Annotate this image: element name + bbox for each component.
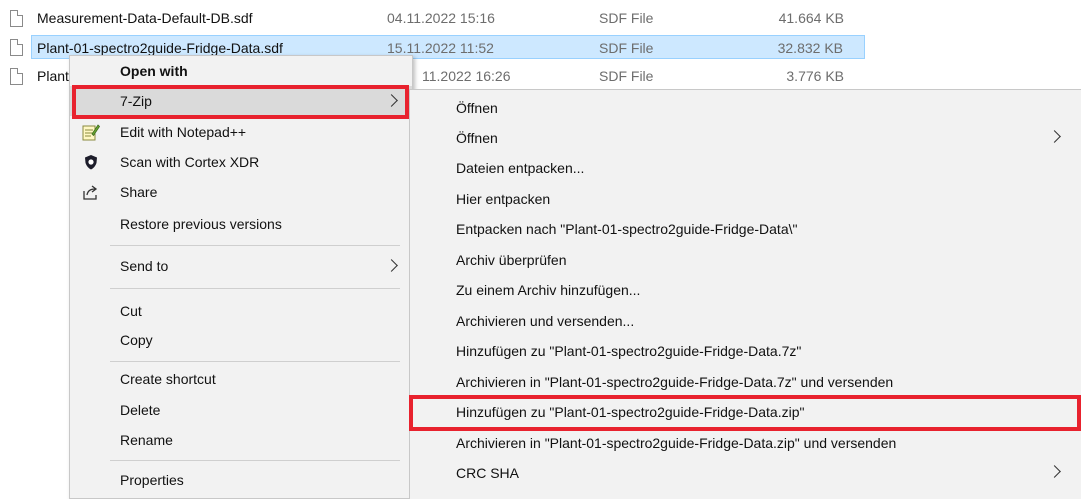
menu-item-delete[interactable]: Delete	[70, 395, 412, 425]
submenu-item-label: Hinzufügen zu "Plant-01-spectro2guide-Fr…	[456, 404, 805, 420]
submenu-item-label: Öffnen	[456, 100, 498, 116]
menu-item-label: Scan with Cortex XDR	[120, 154, 260, 170]
submenu-item-label: CRC SHA	[456, 465, 520, 481]
menu-item-label: Rename	[120, 432, 173, 448]
submenu-item-test-archive[interactable]: Archiv überprüfen	[410, 244, 1081, 274]
submenu-item-crc-sha[interactable]: CRC SHA	[410, 457, 1081, 487]
menu-item-restore-versions[interactable]: Restore previous versions	[70, 209, 412, 239]
menu-item-create-shortcut[interactable]: Create shortcut	[70, 364, 412, 394]
menu-item-notepad[interactable]: Edit with Notepad++	[70, 117, 412, 147]
file-size: 32.832 KB	[777, 40, 843, 56]
file-icon	[10, 68, 23, 85]
chevron-right-icon	[1048, 130, 1061, 143]
menu-separator	[110, 361, 400, 362]
menu-item-label: Share	[120, 184, 158, 200]
submenu-item-compress-zip-email[interactable]: Archivieren in "Plant-01-spectro2guide-F…	[410, 427, 1081, 457]
file-date: 15.11.2022 11:52	[387, 40, 494, 56]
submenu-item-label: Archivieren in "Plant-01-spectro2guide-F…	[456, 435, 897, 451]
submenu-item-label: Hinzufügen zu "Plant-01-spectro2guide-Fr…	[456, 343, 802, 359]
file-date: 11.2022 16:26	[422, 68, 511, 84]
menu-item-label: Copy	[120, 332, 153, 348]
submenu-item-label: Archiv überprüfen	[456, 252, 567, 268]
submenu-item-extract-files[interactable]: Dateien entpacken...	[410, 152, 1081, 182]
menu-item-open-with[interactable]: Open with	[70, 56, 412, 86]
submenu-item-label: Öffnen	[456, 130, 498, 146]
submenu-item-label: Hier entpacken	[456, 191, 551, 207]
menu-item-label: Create shortcut	[120, 371, 216, 387]
file-name: Measurement-Data-Default-DB.sdf	[37, 10, 253, 26]
file-type: SDF File	[599, 40, 654, 56]
submenu-item-label: Dateien entpacken...	[456, 160, 585, 176]
menu-item-label: Restore previous versions	[120, 216, 282, 232]
submenu-item-add-to-zip[interactable]: Hinzufügen zu "Plant-01-spectro2guide-Fr…	[410, 396, 1081, 426]
menu-item-rename[interactable]: Rename	[70, 425, 412, 455]
menu-item-send-to[interactable]: Send to	[70, 251, 412, 281]
menu-item-label: Open with	[120, 63, 188, 79]
menu-item-share[interactable]: Share	[70, 177, 412, 207]
share-icon	[82, 183, 100, 201]
menu-item-properties[interactable]: Properties	[70, 465, 412, 495]
file-row[interactable]: Measurement-Data-Default-DB.sdf 04.11.20…	[0, 6, 866, 30]
menu-separator	[110, 460, 400, 461]
7zip-submenu: Öffnen Öffnen Dateien entpacken... Hier …	[409, 89, 1081, 499]
submenu-item-add-to-archive[interactable]: Zu einem Archiv hinzufügen...	[410, 274, 1081, 304]
notepad-plus-plus-icon	[82, 123, 101, 141]
menu-item-label: 7-Zip	[120, 93, 152, 109]
menu-item-label: Cut	[120, 303, 142, 319]
menu-item-7zip[interactable]: 7-Zip	[70, 86, 412, 116]
file-name: Plant-01-spectro2guide-Fridge-Data.sdf	[37, 40, 283, 56]
menu-item-label: Send to	[120, 258, 169, 274]
submenu-item-label: Entpacken nach "Plant-01-spectro2guide-F…	[456, 221, 798, 237]
submenu-item-add-to-7z[interactable]: Hinzufügen zu "Plant-01-spectro2guide-Fr…	[410, 335, 1081, 365]
file-icon	[10, 10, 23, 27]
file-type: SDF File	[599, 68, 654, 84]
submenu-item-open[interactable]: Öffnen	[410, 92, 1081, 122]
file-icon	[10, 39, 23, 56]
menu-item-label: Delete	[120, 402, 161, 418]
menu-item-cortex-scan[interactable]: Scan with Cortex XDR	[70, 147, 412, 177]
file-date: 04.11.2022 15:16	[387, 10, 495, 26]
submenu-item-label: Archivieren in "Plant-01-spectro2guide-F…	[456, 374, 894, 390]
menu-item-copy[interactable]: Copy	[70, 325, 412, 355]
submenu-item-extract-to-folder[interactable]: Entpacken nach "Plant-01-spectro2guide-F…	[410, 213, 1081, 243]
menu-separator	[110, 288, 400, 289]
file-size: 41.664 KB	[778, 10, 844, 26]
submenu-item-label: Zu einem Archiv hinzufügen...	[456, 282, 641, 298]
submenu-item-compress-7z-email[interactable]: Archivieren in "Plant-01-spectro2guide-F…	[410, 366, 1081, 396]
submenu-item-compress-and-email[interactable]: Archivieren und versenden...	[410, 305, 1081, 335]
file-name: Plant	[37, 68, 69, 84]
file-type: SDF File	[599, 10, 654, 26]
shield-icon	[82, 153, 100, 171]
menu-item-cut[interactable]: Cut	[70, 296, 412, 326]
file-size: 3.776 KB	[786, 68, 844, 84]
chevron-right-icon	[1048, 465, 1061, 478]
submenu-item-open-as[interactable]: Öffnen	[410, 122, 1081, 152]
context-menu: Open with 7-Zip Edit with Notepad++ Scan…	[69, 55, 413, 499]
menu-item-label: Edit with Notepad++	[120, 124, 247, 140]
chevron-right-icon	[385, 94, 398, 107]
chevron-right-icon	[385, 259, 398, 272]
submenu-item-label: Archivieren und versenden...	[456, 313, 635, 329]
menu-item-label: Properties	[120, 472, 184, 488]
submenu-item-extract-here[interactable]: Hier entpacken	[410, 183, 1081, 213]
menu-separator	[110, 245, 400, 246]
